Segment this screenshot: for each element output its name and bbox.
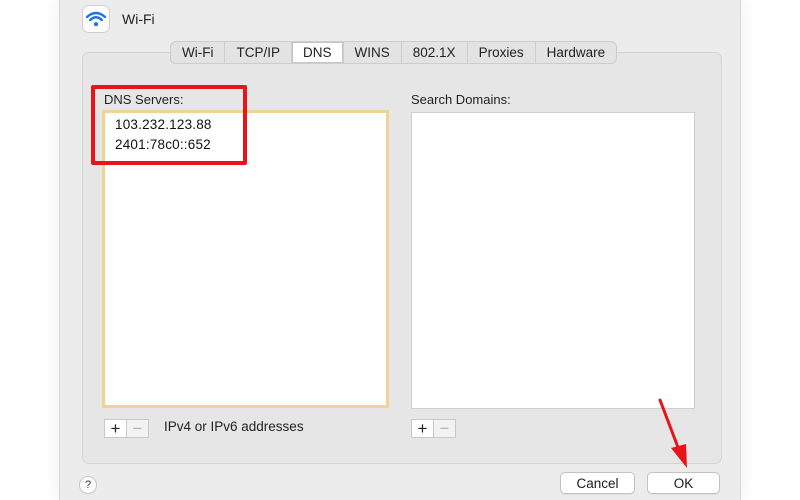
search-remove-button[interactable]: − — [434, 420, 455, 437]
search-domains-label: Search Domains: — [411, 92, 511, 107]
tab-bar: Wi-Fi TCP/IP DNS WINS 802.1X Proxies Har… — [170, 41, 618, 64]
tab-tcpip[interactable]: TCP/IP — [225, 42, 292, 63]
tab-dns[interactable]: DNS — [292, 42, 344, 63]
tab-proxies[interactable]: Proxies — [468, 42, 536, 63]
ok-button[interactable]: OK — [647, 472, 720, 494]
tab-8021x[interactable]: 802.1X — [402, 42, 468, 63]
search-add-button[interactable]: + — [412, 420, 434, 437]
help-button[interactable]: ? — [79, 476, 97, 494]
window-titlebar: Wi-Fi — [83, 4, 155, 34]
tab-hardware[interactable]: Hardware — [536, 42, 617, 63]
dns-add-button[interactable]: + — [105, 420, 127, 437]
search-add-remove-group: + − — [411, 419, 456, 438]
window-title: Wi-Fi — [122, 11, 155, 27]
dns-remove-button[interactable]: − — [127, 420, 148, 437]
cancel-button[interactable]: Cancel — [560, 472, 635, 494]
search-domains-list[interactable] — [411, 112, 695, 409]
dns-hint-text: IPv4 or IPv6 addresses — [164, 419, 304, 434]
wifi-icon — [83, 6, 109, 32]
tab-wins[interactable]: WINS — [344, 42, 402, 63]
dns-highlight-box — [91, 85, 247, 165]
pointer-arrow-icon — [658, 398, 687, 468]
tab-wifi[interactable]: Wi-Fi — [171, 42, 226, 63]
dns-add-remove-group: + − — [104, 419, 149, 438]
